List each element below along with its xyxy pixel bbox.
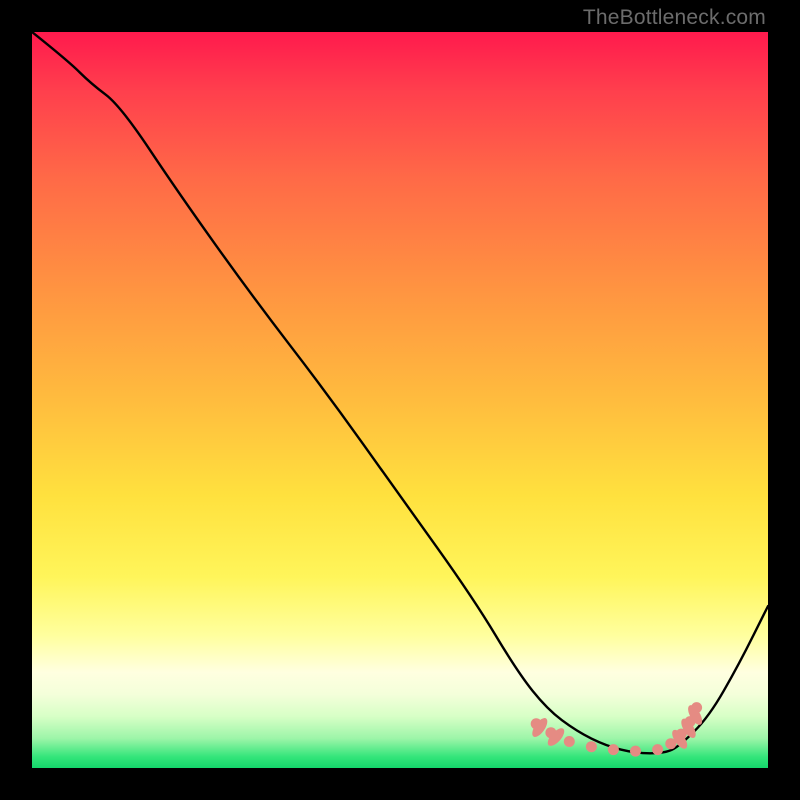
salmon-dot	[564, 736, 575, 747]
salmon-dots-group	[529, 702, 705, 757]
salmon-dot	[630, 746, 641, 757]
watermark-text: TheBottleneck.com	[583, 6, 766, 30]
salmon-dot	[586, 741, 597, 752]
curve-svg	[32, 32, 768, 768]
salmon-dot	[652, 744, 663, 755]
plot-area	[32, 32, 768, 768]
bottleneck-curve-line	[32, 32, 768, 753]
chart-frame: TheBottleneck.com	[0, 0, 800, 800]
salmon-dot	[608, 744, 619, 755]
